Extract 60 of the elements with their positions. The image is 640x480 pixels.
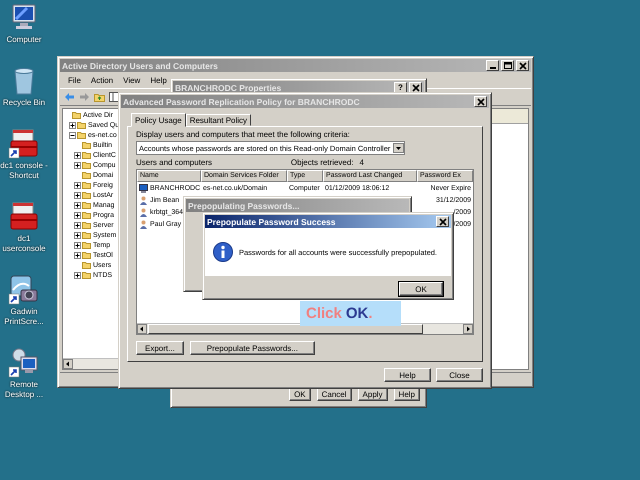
desktop-icon-label[interactable]: Gadwin PrintScre...: [0, 307, 48, 327]
callout-text: Click: [306, 305, 342, 322]
callout-text: .: [368, 305, 373, 322]
desktop-icon-label[interactable]: dc1 console - Shortcut: [0, 161, 48, 181]
menu-item[interactable]: File: [64, 74, 85, 86]
close-icon: [438, 216, 448, 226]
folder-up-icon: [94, 92, 105, 102]
console-tree-icon: [109, 92, 120, 102]
expand-toggle-icon[interactable]: [69, 132, 76, 138]
callout-text: OK: [346, 305, 368, 322]
objects-count: 4: [360, 158, 364, 167]
window-title: Prepopulating Passwords...: [188, 200, 300, 210]
tab[interactable]: Resultant Policy: [186, 114, 252, 126]
desktop-icon-label[interactable]: Remote Desktop ...: [0, 380, 48, 400]
menu-item[interactable]: Help: [146, 74, 171, 86]
expand-toggle-icon[interactable]: [74, 222, 81, 228]
window-title: Prepopulate Password Success: [207, 216, 336, 226]
close-button[interactable]: [436, 216, 449, 227]
menu-item[interactable]: View: [119, 74, 144, 86]
expand-toggle-icon[interactable]: [74, 182, 81, 188]
window-title: Active Directory Users and Computers: [62, 60, 219, 70]
dialog-button[interactable]: Help: [384, 368, 431, 382]
computer-icon: [139, 184, 148, 192]
user-icon: [139, 196, 148, 204]
dialog-button[interactable]: Prepopulate Passwords...: [190, 341, 315, 355]
expand-toggle-icon[interactable]: [74, 162, 81, 168]
horizontal-scrollbar[interactable]: [137, 323, 473, 334]
expand-toggle-icon[interactable]: [74, 232, 81, 238]
expand-toggle-icon[interactable]: [74, 272, 81, 278]
expand-toggle-icon[interactable]: [74, 192, 81, 198]
close-icon: [518, 60, 528, 70]
objects-label: Objects retrieved:: [290, 158, 354, 167]
minimize-icon: [490, 67, 496, 69]
dialog-button[interactable]: Close: [436, 368, 483, 382]
desktop-icon-label[interactable]: Recycle Bin: [0, 98, 48, 108]
forward-arrow-icon: [79, 92, 90, 102]
close-icon: [476, 96, 486, 106]
expand-toggle-icon[interactable]: [74, 202, 81, 208]
expand-toggle-icon[interactable]: [69, 122, 76, 128]
expand-toggle-icon[interactable]: [74, 242, 81, 248]
list-label: Users and computers: [136, 158, 212, 167]
window-title: BRANCHRODC Properties: [175, 82, 282, 92]
close-icon: [410, 82, 420, 92]
desktop-icon-label[interactable]: dc1 userconsole: [0, 234, 48, 254]
desktop-icon-label[interactable]: Computer: [0, 35, 48, 45]
tab[interactable]: Policy Usage: [131, 113, 186, 127]
maximize-icon: [502, 60, 512, 70]
user-icon: [139, 208, 148, 216]
info-icon: [213, 242, 233, 262]
expand-toggle-icon[interactable]: [74, 252, 81, 258]
window-title: Advanced Password Replication Policy for BRANCHRODC: [123, 96, 361, 106]
menu-item[interactable]: Action: [86, 74, 118, 86]
back-arrow-icon: [64, 92, 75, 102]
expand-toggle-icon[interactable]: [74, 152, 81, 158]
ok-button[interactable]: OK: [399, 282, 443, 296]
horizontal-scrollbar[interactable]: [63, 358, 121, 369]
dialog-button[interactable]: Export...: [136, 341, 184, 355]
user-icon: [139, 220, 148, 228]
expand-toggle-icon[interactable]: [74, 212, 81, 218]
criteria-label: Display users and computers that meet the following criteria:: [136, 130, 351, 139]
